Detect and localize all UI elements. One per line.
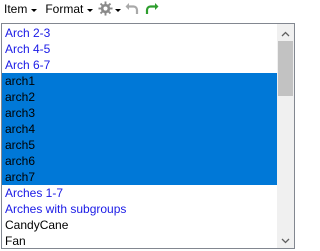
list-item[interactable]: Arch 2-3 (2, 25, 277, 41)
list-items: Arch 2-3 Arch 4-5 Arch 6-7 arch1 arch2 arch3 a… (2, 25, 277, 248)
chevron-down-icon (115, 8, 122, 12)
vertical-scrollbar[interactable] (277, 24, 294, 248)
sequence-panel: Item Format Arch 2-3 Arch 4-5 Arch 6-7 a… (0, 0, 298, 251)
list-item[interactable]: Arches 1-7 (2, 185, 277, 201)
gear-icon (98, 0, 113, 19)
list-item[interactable]: arch2 (2, 89, 277, 105)
list-item[interactable]: Arch 4-5 (2, 41, 277, 57)
list-item[interactable]: arch3 (2, 105, 277, 121)
list-item[interactable]: Arches with subgroups (2, 201, 277, 217)
list-item[interactable]: CandyCane (2, 217, 277, 233)
scroll-down-button[interactable] (277, 231, 294, 248)
chevron-down-icon (87, 8, 94, 12)
settings-menu[interactable] (98, 0, 122, 19)
item-menu[interactable]: Item (0, 0, 39, 19)
undo-icon (124, 0, 140, 19)
scroll-up-button[interactable] (277, 24, 294, 41)
toolbar: Item Format (0, 0, 298, 19)
list-item[interactable]: arch6 (2, 153, 277, 169)
redo-button[interactable] (144, 0, 160, 19)
scroll-down-arrow-icon (281, 233, 290, 247)
scrollbar-thumb[interactable] (278, 41, 293, 96)
redo-icon (144, 0, 160, 19)
effects-listbox[interactable]: Arch 2-3 Arch 4-5 Arch 6-7 arch1 arch2 arch3 a… (1, 23, 295, 249)
list-item[interactable]: arch5 (2, 137, 277, 153)
list-item[interactable]: arch7 (2, 169, 277, 185)
format-menu-label: Format (45, 2, 84, 16)
chevron-down-icon (31, 8, 38, 12)
list-item[interactable]: Fan (2, 233, 277, 248)
list-item[interactable]: arch4 (2, 121, 277, 137)
format-menu[interactable]: Format (39, 0, 95, 19)
list-item[interactable]: Arch 6-7 (2, 57, 277, 73)
list-item[interactable]: arch1 (2, 73, 277, 89)
scroll-up-arrow-icon (281, 26, 290, 40)
item-menu-label: Item (4, 2, 28, 16)
undo-button[interactable] (124, 0, 140, 19)
